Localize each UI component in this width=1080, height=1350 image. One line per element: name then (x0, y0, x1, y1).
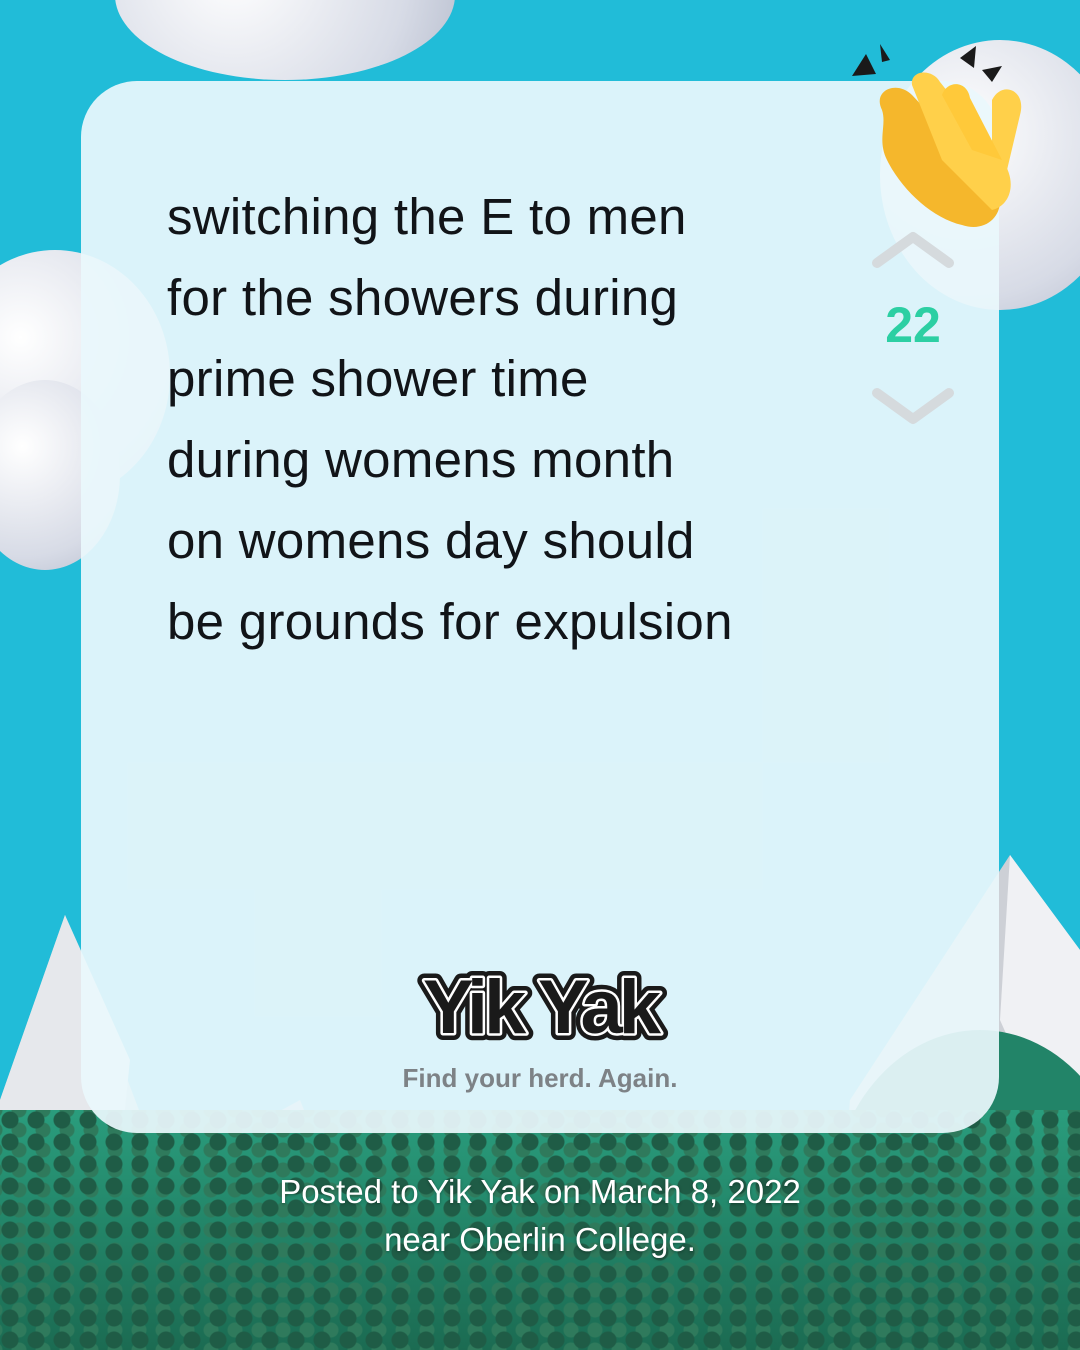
post-text: switching the E to men for the showers d… (167, 176, 867, 662)
post-line: during womens month (167, 431, 675, 488)
post-line: for the showers during (167, 269, 679, 326)
vote-count: 22 (885, 297, 941, 353)
caption-line-location: near Oberlin College. (384, 1221, 696, 1258)
chevron-down-icon (872, 388, 954, 424)
clapping-hands-icon (852, 44, 1022, 227)
yik-yak-logo: Yik Yak Yik Yak Yik Yak (416, 958, 673, 1055)
downvote-button[interactable] (871, 387, 955, 427)
post-line: switching the E to men (167, 188, 687, 245)
brand-tagline: Find your herd. Again. (402, 1063, 678, 1093)
post-line: prime shower time (167, 350, 589, 407)
chevron-up-icon (872, 232, 954, 268)
caption-line-date: Posted to Yik Yak on March 8, 2022 (279, 1173, 801, 1210)
post-caption: Posted to Yik Yak on March 8, 2022 near … (0, 1168, 1080, 1264)
post-line: be grounds for expulsion (167, 593, 733, 650)
svg-text:Yik Yak: Yik Yak (423, 965, 662, 1050)
post-line: on womens day should (167, 512, 695, 569)
